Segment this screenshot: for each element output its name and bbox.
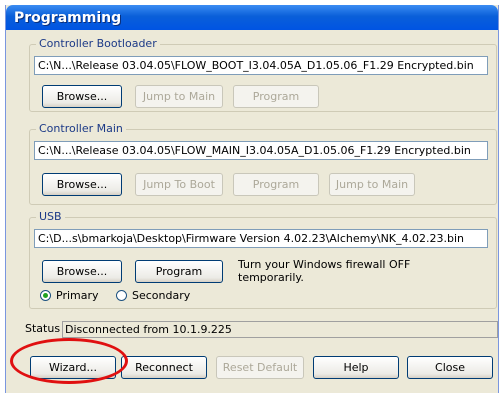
radio-primary-label: Primary [56,289,99,302]
title-bar[interactable]: Programming [6,5,498,30]
controller-main-group-label: Controller Main [36,122,126,136]
usb-group: USB C:\D...s\bmarkoja\Desktop\Firmware V… [29,210,497,309]
jump-to-boot-button[interactable]: Jump To Boot [135,173,223,196]
bootloader-program-button[interactable]: Program [233,85,319,108]
usb-path-field[interactable]: C:\D...s\bmarkoja\Desktop\Firmware Versi… [34,229,488,248]
radio-primary-indicator [40,290,51,301]
bootloader-browse-button[interactable]: Browse... [42,85,122,108]
radio-secondary-label: Secondary [132,289,191,302]
programming-window: Programming Controller Bootloader C:\N..… [5,5,499,393]
radio-primary[interactable]: Primary [40,289,99,302]
bootloader-group: Controller Bootloader C:\N...\Release 03… [29,37,497,112]
wizard-button[interactable]: Wizard... [30,356,116,379]
controller-main-browse-button[interactable]: Browse... [42,173,122,196]
firewall-note: Turn your Windows firewall OFF temporari… [238,258,411,284]
radio-secondary-indicator [116,290,127,301]
controller-main-group: Controller Main C:\N...\Release 03.04.05… [29,122,497,205]
usb-group-label: USB [36,210,65,224]
reset-default-button[interactable]: Reset Default [216,356,304,379]
bootloader-group-label: Controller Bootloader [36,37,160,51]
status-field: Disconnected from 10.1.9.225 [62,321,498,338]
status-label: Status [25,322,61,335]
window-title: Programming [14,10,122,26]
help-button[interactable]: Help [313,356,399,379]
bootloader-path-field[interactable]: C:\N...\Release 03.04.05\FLOW_BOOT_I3.04… [34,56,488,75]
usb-program-button[interactable]: Program [135,260,223,283]
controller-main-path-field[interactable]: C:\N...\Release 03.04.05\FLOW_MAIN_I3.04… [34,141,488,160]
close-button[interactable]: Close [407,356,493,379]
reconnect-button[interactable]: Reconnect [121,356,207,379]
radio-secondary[interactable]: Secondary [116,289,190,302]
bootloader-jump-to-main-button[interactable]: Jump to Main [135,85,223,108]
controller-main-program-button[interactable]: Program [233,173,319,196]
controller-main-jump-to-main-button[interactable]: Jump to Main [329,173,415,196]
usb-browse-button[interactable]: Browse... [42,260,122,283]
